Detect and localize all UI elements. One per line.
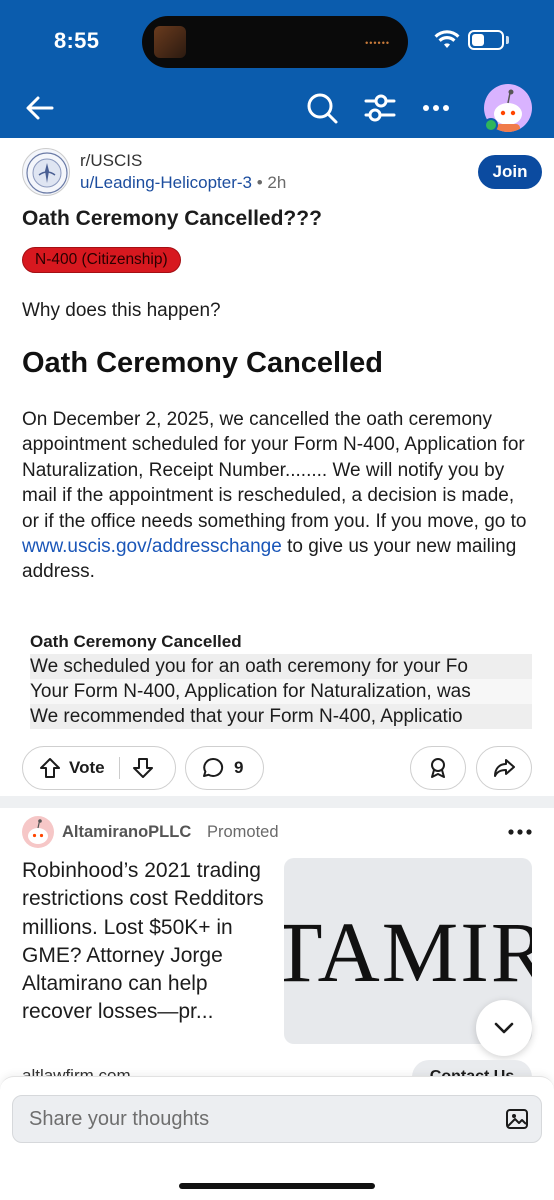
comment-composer bbox=[0, 1076, 554, 1200]
chevron-down-icon bbox=[494, 1022, 514, 1034]
award-button[interactable] bbox=[410, 746, 466, 790]
author-name[interactable]: u/Leading-Helicopter-3 bbox=[80, 173, 252, 192]
comment-input-box[interactable] bbox=[12, 1095, 542, 1143]
status-time: 8:55 bbox=[54, 28, 100, 53]
meta-separator: • bbox=[256, 173, 263, 192]
upvote-button[interactable]: Vote bbox=[23, 757, 105, 779]
more-horizontal-icon[interactable] bbox=[420, 92, 452, 124]
top-bar: 8:55 •••••• bbox=[0, 0, 554, 138]
ad-image-logo-text: TAMIR bbox=[284, 904, 532, 1000]
advertiser-name[interactable]: AltamiranoPLLC bbox=[62, 823, 191, 842]
subreddit-icon[interactable] bbox=[22, 148, 70, 196]
audio-waveform-icon: •••••• bbox=[365, 38, 390, 48]
share-arrow-icon bbox=[494, 759, 515, 777]
vote-divider bbox=[118, 757, 120, 779]
post-question: Why does this happen? bbox=[22, 300, 221, 321]
search-icon[interactable] bbox=[304, 90, 340, 126]
image-upload-icon[interactable] bbox=[505, 1107, 529, 1131]
address-change-link[interactable]: www.uscis.gov/addresschange bbox=[22, 536, 282, 557]
quote-title: Oath Ceremony Cancelled bbox=[30, 632, 242, 651]
quote-line: We recommended that your Form N-400, App… bbox=[30, 704, 532, 729]
downvote-button[interactable] bbox=[132, 757, 154, 779]
comment-bubble-icon bbox=[203, 757, 224, 777]
subreddit-name[interactable]: r/USCIS bbox=[80, 151, 142, 171]
online-status-dot bbox=[484, 118, 498, 132]
post-heading: Oath Ceremony Cancelled bbox=[22, 347, 383, 379]
post-body: On December 2, 2025, we cancelled the oa… bbox=[22, 407, 536, 585]
battery-icon bbox=[468, 30, 504, 50]
comment-input[interactable] bbox=[29, 1096, 489, 1142]
comment-count: 9 bbox=[234, 758, 244, 777]
ad-text[interactable]: Robinhood’s 2021 trading restrictions co… bbox=[22, 857, 274, 1027]
uscis-seal-icon bbox=[26, 152, 68, 194]
post-flair[interactable]: N-400 (Citizenship) bbox=[22, 247, 181, 273]
post-meta: u/Leading-Helicopter-3 • 2h bbox=[80, 173, 286, 193]
upvote-arrow-icon bbox=[40, 758, 60, 778]
more-horizontal-icon[interactable] bbox=[506, 820, 534, 844]
advertiser-avatar[interactable] bbox=[22, 816, 54, 848]
post-body-text: On December 2, 2025, we cancelled the oa… bbox=[22, 409, 527, 532]
home-indicator bbox=[179, 1183, 375, 1189]
arrow-left-icon[interactable] bbox=[22, 90, 58, 126]
vote-control: Vote bbox=[22, 746, 176, 790]
now-playing-artwork bbox=[154, 26, 186, 58]
wifi-icon bbox=[434, 30, 460, 48]
dynamic-island: •••••• bbox=[142, 16, 408, 68]
quote-block[interactable]: We scheduled you for an oath ceremony fo… bbox=[30, 654, 532, 729]
quote-line: Your Form N-400, Application for Natural… bbox=[30, 679, 532, 704]
downvote-arrow-icon bbox=[132, 758, 153, 778]
feed-divider bbox=[0, 796, 554, 808]
award-icon bbox=[431, 758, 445, 778]
share-button[interactable] bbox=[476, 746, 532, 790]
quote-line: We scheduled you for an oath ceremony fo… bbox=[30, 654, 532, 679]
vote-label: Vote bbox=[69, 758, 105, 777]
comments-button[interactable]: 9 bbox=[185, 746, 264, 790]
scroll-down-button[interactable] bbox=[476, 1000, 532, 1056]
filter-icon[interactable] bbox=[362, 90, 398, 126]
post-time: 2h bbox=[267, 173, 287, 192]
promoted-label: Promoted bbox=[207, 823, 279, 841]
join-button[interactable]: Join bbox=[478, 155, 542, 189]
snoo-avatar-icon bbox=[28, 819, 48, 844]
post-title: Oath Ceremony Cancelled??? bbox=[22, 207, 322, 230]
